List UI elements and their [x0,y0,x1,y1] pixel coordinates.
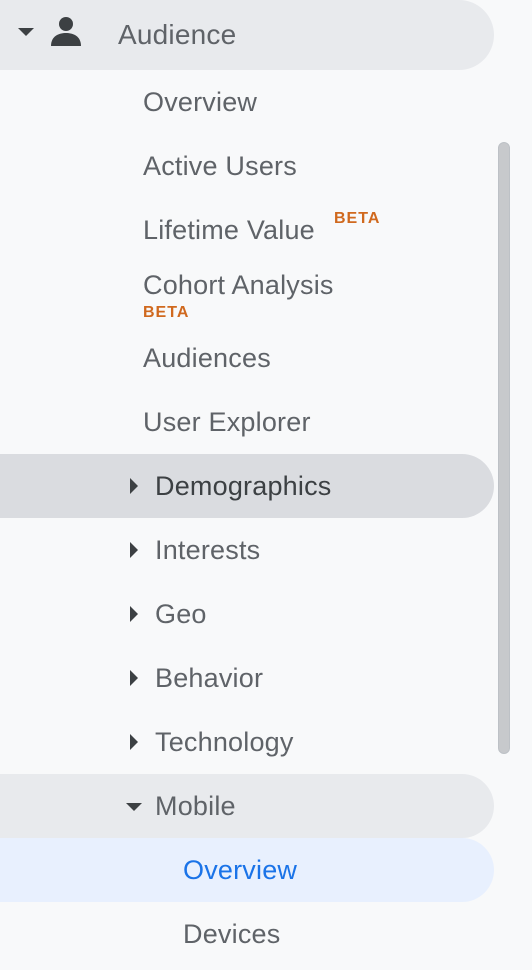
nav-item-cohort-analysis[interactable]: Cohort Analysis BETA [0,262,494,326]
nav-item-demographics[interactable]: Demographics [0,454,494,518]
nav-item-overview[interactable]: Overview [0,70,494,134]
beta-badge: BETA [143,304,190,321]
nav-item-lifetime-value[interactable]: Lifetime Value BETA [0,198,494,262]
caret-right-icon [130,734,138,750]
nav-item-label: Audiences [143,342,271,373]
nav-item-audiences[interactable]: Audiences [0,326,494,390]
nav-item-audience-label: Audience [118,19,237,50]
nav-item-interests[interactable]: Interests [0,518,494,582]
nav-item-label: Overview [183,854,298,885]
caret-right-icon [130,542,138,558]
caret-down-icon [18,28,34,36]
caret-right-icon [130,606,138,622]
caret-right-icon [130,670,138,686]
nav-item-label: Technology [155,726,294,757]
nav-item-technology[interactable]: Technology [0,710,494,774]
nav-item-label: Mobile [155,790,236,821]
nav-item-audience[interactable]: Audience [0,0,494,70]
nav-item-label: Interests [155,534,261,565]
sidebar-nav: Audience Overview Active Users Lifetime … [0,0,532,970]
nav-item-mobile[interactable]: Mobile [0,774,494,838]
caret-down-icon [126,803,142,811]
nav-item-label: Demographics [155,470,332,501]
nav-item-label: User Explorer [143,406,311,437]
nav-item-label: Active Users [143,150,297,181]
nav-item-geo[interactable]: Geo [0,582,494,646]
person-icon [51,17,81,46]
nav-item-label: Geo [155,598,207,629]
beta-badge: BETA [334,210,381,227]
nav-item-behavior[interactable]: Behavior [0,646,494,710]
caret-right-icon [130,478,138,494]
nav-item-label: Devices [183,918,281,949]
nav-item-active-users[interactable]: Active Users [0,134,494,198]
nav-item-user-explorer[interactable]: User Explorer [0,390,494,454]
nav-subitem-mobile-overview[interactable]: Overview [0,838,494,902]
nav-item-label: Overview [143,86,258,117]
nav-item-label: Behavior [155,662,264,693]
nav-subitem-mobile-devices[interactable]: Devices [0,902,494,966]
scrollbar-thumb[interactable] [498,142,510,754]
nav-item-label: Cohort Analysis [143,270,334,300]
nav-item-label: Lifetime Value [143,215,315,245]
